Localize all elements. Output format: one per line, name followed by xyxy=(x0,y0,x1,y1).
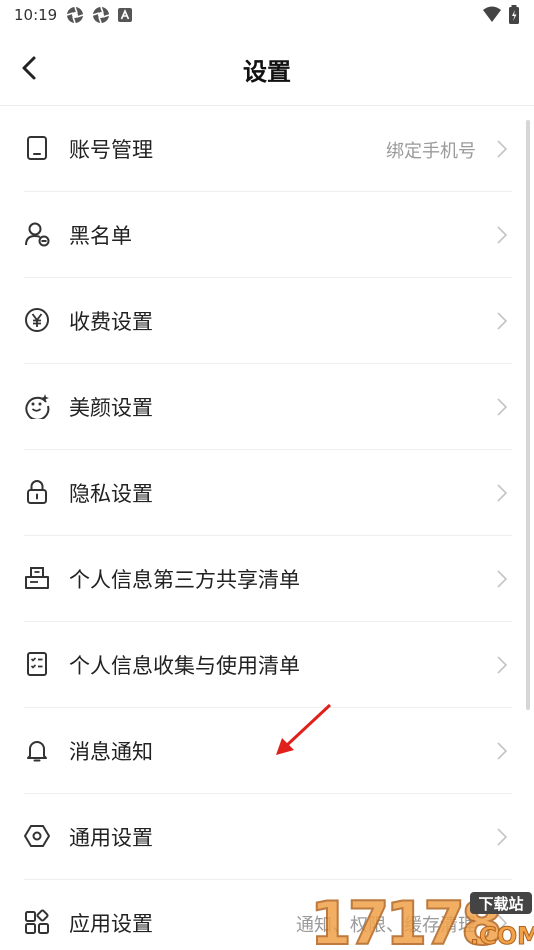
chevron-right-icon xyxy=(497,828,508,846)
svg-text:下载站: 下载站 xyxy=(478,895,523,913)
page-title: 设置 xyxy=(243,58,291,86)
share-doc-icon xyxy=(25,567,49,589)
settings-item-label: 个人信息第三方共享清单 xyxy=(69,568,300,592)
hexagon-gear-icon xyxy=(24,825,50,847)
annotation-arrow-icon xyxy=(276,703,332,755)
bell-icon xyxy=(27,741,47,762)
wifi-icon xyxy=(483,6,501,22)
scrollbar[interactable] xyxy=(526,120,530,710)
apps-grid-icon xyxy=(25,909,49,934)
chevron-right-icon xyxy=(497,398,508,416)
settings-item-value: 绑定手机号 xyxy=(386,141,476,162)
settings-list: 账号管理 绑定手机号 黑名单 收费设置 美颜设置 隐私设置 个人信息第三方共享清… xyxy=(24,106,512,950)
chevron-right-icon xyxy=(497,226,508,244)
settings-item-label: 美颜设置 xyxy=(69,396,153,420)
aperture-icon xyxy=(66,6,84,24)
watermark-logo: 17178 下载站 .COM xyxy=(310,888,534,950)
settings-item-label: 隐私设置 xyxy=(69,482,153,506)
checklist-icon xyxy=(27,652,47,676)
settings-item-label: 通用设置 xyxy=(69,826,153,850)
user-block-icon xyxy=(25,222,50,247)
settings-item-fees[interactable]: 收费设置 xyxy=(24,278,512,364)
settings-item-beauty[interactable]: 美颜设置 xyxy=(24,364,512,450)
face-sparkle-icon xyxy=(25,394,50,419)
chevron-right-icon xyxy=(497,656,508,674)
chevron-right-icon xyxy=(497,140,508,158)
svg-text:.COM: .COM xyxy=(470,922,534,950)
settings-item-notifications[interactable]: 消息通知 xyxy=(24,708,512,794)
settings-item-account[interactable]: 账号管理 绑定手机号 xyxy=(24,106,512,192)
lock-icon xyxy=(27,480,47,504)
chevron-right-icon xyxy=(497,484,508,502)
settings-item-label: 消息通知 xyxy=(69,740,153,764)
chevron-right-icon xyxy=(497,570,508,588)
phone-icon xyxy=(27,136,47,160)
status-time: 10:19 xyxy=(14,6,58,24)
status-bar: 10:19 xyxy=(0,0,534,30)
settings-item-third-party-share[interactable]: 个人信息第三方共享清单 xyxy=(24,536,512,622)
chevron-right-icon xyxy=(497,742,508,760)
a-box-icon xyxy=(118,8,132,22)
settings-item-label: 应用设置 xyxy=(69,912,153,936)
yen-icon xyxy=(25,308,49,332)
settings-item-label: 收费设置 xyxy=(69,310,153,334)
chevron-right-icon xyxy=(497,312,508,330)
aperture-icon xyxy=(92,6,110,24)
settings-item-label: 账号管理 xyxy=(69,138,153,162)
settings-item-info-collection[interactable]: 个人信息收集与使用清单 xyxy=(24,622,512,708)
settings-item-label: 黑名单 xyxy=(69,224,132,248)
settings-item-general[interactable]: 通用设置 xyxy=(24,794,512,880)
header-bar: 设置 xyxy=(0,30,534,106)
settings-item-privacy[interactable]: 隐私设置 xyxy=(24,450,512,536)
settings-item-blacklist[interactable]: 黑名单 xyxy=(24,192,512,278)
battery-charging-icon xyxy=(509,5,519,24)
settings-item-label: 个人信息收集与使用清单 xyxy=(69,654,300,678)
